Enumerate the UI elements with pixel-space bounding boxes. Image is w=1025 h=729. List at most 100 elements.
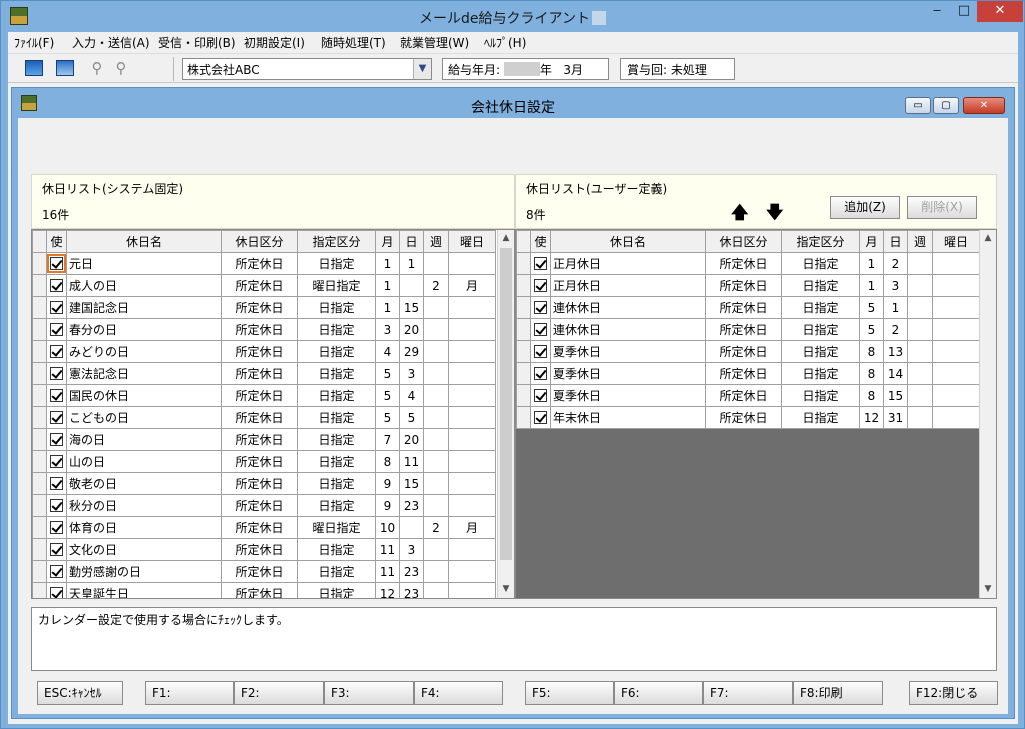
designation-cell[interactable]: 日指定 (781, 406, 860, 429)
column-header[interactable]: 指定区分 (781, 230, 860, 253)
month-cell[interactable]: 9 (375, 494, 400, 517)
day-cell[interactable]: 23 (399, 494, 424, 517)
week-cell[interactable] (423, 472, 449, 495)
day-cell[interactable]: 2 (883, 318, 908, 341)
table-row[interactable]: みどりの日 所定休日 日指定 4 29 (32, 340, 496, 363)
scroll-thumb[interactable] (500, 248, 512, 560)
table-row[interactable]: 連休休日 所定休日 日指定 5 2 (516, 318, 980, 341)
holiday-name-cell[interactable]: 敬老の日 (66, 472, 222, 495)
week-cell[interactable] (907, 406, 933, 429)
holiday-type-cell[interactable]: 所定休日 (221, 384, 298, 407)
holiday-type-cell[interactable]: 所定休日 (705, 362, 782, 385)
designation-cell[interactable]: 日指定 (781, 340, 860, 363)
use-checkbox[interactable] (50, 300, 63, 314)
f6-button[interactable]: F6: (614, 681, 703, 705)
weekday-cell[interactable]: 月 (448, 516, 496, 539)
holiday-name-cell[interactable]: 文化の日 (66, 538, 222, 561)
table-row[interactable]: 敬老の日 所定休日 日指定 9 15 (32, 472, 496, 495)
month-cell[interactable]: 1 (375, 296, 400, 319)
holiday-type-cell[interactable]: 所定休日 (221, 252, 298, 275)
week-cell[interactable]: 2 (423, 274, 449, 297)
use-checkbox[interactable] (534, 366, 547, 380)
use-checkbox[interactable] (50, 498, 63, 512)
week-cell[interactable] (423, 428, 449, 451)
table-row[interactable]: 正月休日 所定休日 日指定 1 3 (516, 274, 980, 297)
designation-cell[interactable]: 日指定 (781, 296, 860, 319)
table-row[interactable]: 山の日 所定休日 日指定 8 11 (32, 450, 496, 473)
holiday-type-cell[interactable]: 所定休日 (221, 296, 298, 319)
month-cell[interactable]: 1 (859, 252, 884, 275)
row-header[interactable] (516, 362, 531, 385)
day-cell[interactable]: 29 (399, 340, 424, 363)
week-cell[interactable] (907, 362, 933, 385)
weekday-cell[interactable] (448, 406, 496, 429)
holiday-type-cell[interactable]: 所定休日 (221, 450, 298, 473)
table-row[interactable]: 憲法記念日 所定休日 日指定 5 3 (32, 362, 496, 385)
table-row[interactable]: こどもの日 所定休日 日指定 5 5 (32, 406, 496, 429)
weekday-cell[interactable] (448, 340, 496, 363)
holiday-name-cell[interactable]: 連休休日 (550, 318, 706, 341)
column-header[interactable]: 週 (423, 230, 449, 253)
holiday-name-cell[interactable]: 山の日 (66, 450, 222, 473)
user-grid-scrollbar[interactable]: ▲ ▼ (979, 230, 996, 598)
use-checkbox[interactable] (50, 432, 63, 446)
image-icon[interactable] (56, 60, 74, 76)
weekday-cell[interactable] (448, 362, 496, 385)
column-header[interactable]: 使 (530, 230, 551, 253)
weekday-cell[interactable] (932, 296, 980, 319)
column-header[interactable]: 休日区分 (705, 230, 782, 253)
designation-cell[interactable]: 日指定 (297, 318, 376, 341)
designation-cell[interactable]: 日指定 (297, 538, 376, 561)
designation-cell[interactable]: 日指定 (297, 406, 376, 429)
day-cell[interactable] (399, 274, 424, 297)
scroll-down-icon[interactable]: ▼ (498, 581, 514, 598)
month-cell[interactable]: 12 (375, 582, 400, 598)
row-header[interactable] (32, 538, 47, 561)
designation-cell[interactable]: 日指定 (297, 362, 376, 385)
row-header[interactable] (516, 318, 531, 341)
system-grid-scrollbar[interactable]: ▲ ▼ (497, 230, 514, 598)
weekday-cell[interactable] (448, 318, 496, 341)
designation-cell[interactable]: 日指定 (297, 428, 376, 451)
month-cell[interactable]: 5 (859, 318, 884, 341)
use-checkbox[interactable] (50, 388, 63, 402)
column-header[interactable]: 日 (883, 230, 908, 253)
day-cell[interactable]: 1 (399, 252, 424, 275)
week-cell[interactable] (907, 340, 933, 363)
designation-cell[interactable]: 日指定 (297, 252, 376, 275)
column-header[interactable]: 使 (46, 230, 67, 253)
month-cell[interactable]: 11 (375, 560, 400, 583)
holiday-type-cell[interactable]: 所定休日 (705, 406, 782, 429)
holiday-type-cell[interactable]: 所定休日 (221, 494, 298, 517)
month-cell[interactable]: 11 (375, 538, 400, 561)
month-cell[interactable]: 1 (859, 274, 884, 297)
holiday-type-cell[interactable]: 所定休日 (221, 318, 298, 341)
use-checkbox[interactable] (534, 388, 547, 402)
holiday-name-cell[interactable]: みどりの日 (66, 340, 222, 363)
row-header[interactable] (516, 340, 531, 363)
column-header[interactable]: 日 (399, 230, 424, 253)
holiday-type-cell[interactable]: 所定休日 (705, 340, 782, 363)
month-cell[interactable]: 4 (375, 340, 400, 363)
day-cell[interactable]: 20 (399, 318, 424, 341)
f4-button[interactable]: F4: (414, 681, 503, 705)
holiday-name-cell[interactable]: 勤労感謝の日 (66, 560, 222, 583)
designation-cell[interactable]: 日指定 (297, 472, 376, 495)
table-row[interactable]: 正月休日 所定休日 日指定 1 2 (516, 252, 980, 275)
scroll-down-icon[interactable]: ▼ (980, 581, 996, 598)
designation-cell[interactable]: 日指定 (297, 340, 376, 363)
month-cell[interactable]: 8 (375, 450, 400, 473)
holiday-type-cell[interactable]: 所定休日 (221, 406, 298, 429)
holiday-type-cell[interactable]: 所定休日 (705, 252, 782, 275)
holiday-name-cell[interactable]: 憲法記念日 (66, 362, 222, 385)
week-cell[interactable] (907, 274, 933, 297)
use-checkbox[interactable] (50, 520, 63, 534)
use-checkbox[interactable] (50, 322, 63, 336)
designation-cell[interactable]: 日指定 (297, 384, 376, 407)
designation-cell[interactable]: 日指定 (297, 494, 376, 517)
weekday-cell[interactable] (932, 252, 980, 275)
week-cell[interactable] (423, 406, 449, 429)
column-header[interactable]: 週 (907, 230, 933, 253)
week-cell[interactable] (907, 252, 933, 275)
holiday-type-cell[interactable]: 所定休日 (705, 296, 782, 319)
